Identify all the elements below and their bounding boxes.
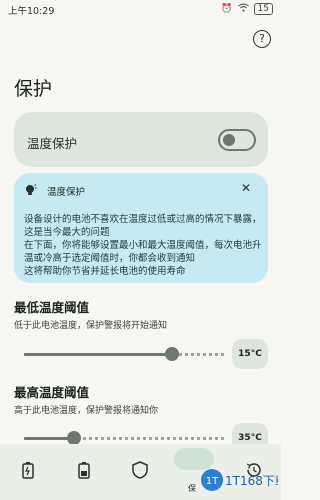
lightbulb-icon [25,182,37,201]
status-bar: 上午10:29 ⏰ 15 [0,0,281,20]
battery-status: 15 [253,3,273,15]
shield-icon [132,461,148,483]
status-icons: ⏰ 15 [221,3,273,15]
close-icon[interactable]: ✕ [241,181,251,195]
help-button[interactable]: ? [253,30,271,48]
battery-icon [78,461,90,483]
min-threshold-slider[interactable] [24,347,224,361]
wifi-icon [237,3,249,15]
nav-charge[interactable] [0,444,56,500]
min-slider-fill [24,353,172,356]
info-title: 温度保护 [47,187,86,198]
min-threshold-desc: 低于此电池温度，保护警报将开始通知 [14,321,168,331]
temperature-protection-label: 温度保护 [27,136,78,151]
info-card: 温度保护 ✕ 设备设计的电池不喜欢在温度过低或过高的情况下暴露，这是当今最大的问… [14,173,268,283]
min-threshold-title: 最低温度阈值 [14,300,90,315]
temperature-protection-switch[interactable] [218,129,256,151]
max-threshold-title: 最高温度阈值 [14,385,90,400]
watermark: 1T 1T168下载站 [198,466,299,494]
watermark-text: 1T168下载站 [225,474,278,488]
min-slider-thumb[interactable] [165,347,179,361]
max-threshold-desc: 高于此电池温度，保护警报将通知你 [14,406,159,416]
nav-battery[interactable] [56,444,112,500]
page-title: 保护 [14,78,53,100]
nav-protection[interactable] [112,444,168,500]
max-slider-thumb[interactable] [67,431,81,445]
status-time: 上午10:29 [8,6,55,17]
svg-text:1T: 1T [206,476,219,487]
max-threshold-slider[interactable] [24,431,224,445]
switch-knob [223,134,235,146]
battery-charge-icon [22,461,34,483]
info-body: 设备设计的电池不喜欢在温度过低或过高的情况下暴露，这是当今最大的问题 在下面，你… [24,214,262,277]
temperature-protection-card: 温度保护 [14,112,268,167]
min-threshold-value: 15°C [232,339,268,369]
alarm-status-icon: ⏰ [221,4,233,14]
nav-active-label: 保 [188,484,196,493]
